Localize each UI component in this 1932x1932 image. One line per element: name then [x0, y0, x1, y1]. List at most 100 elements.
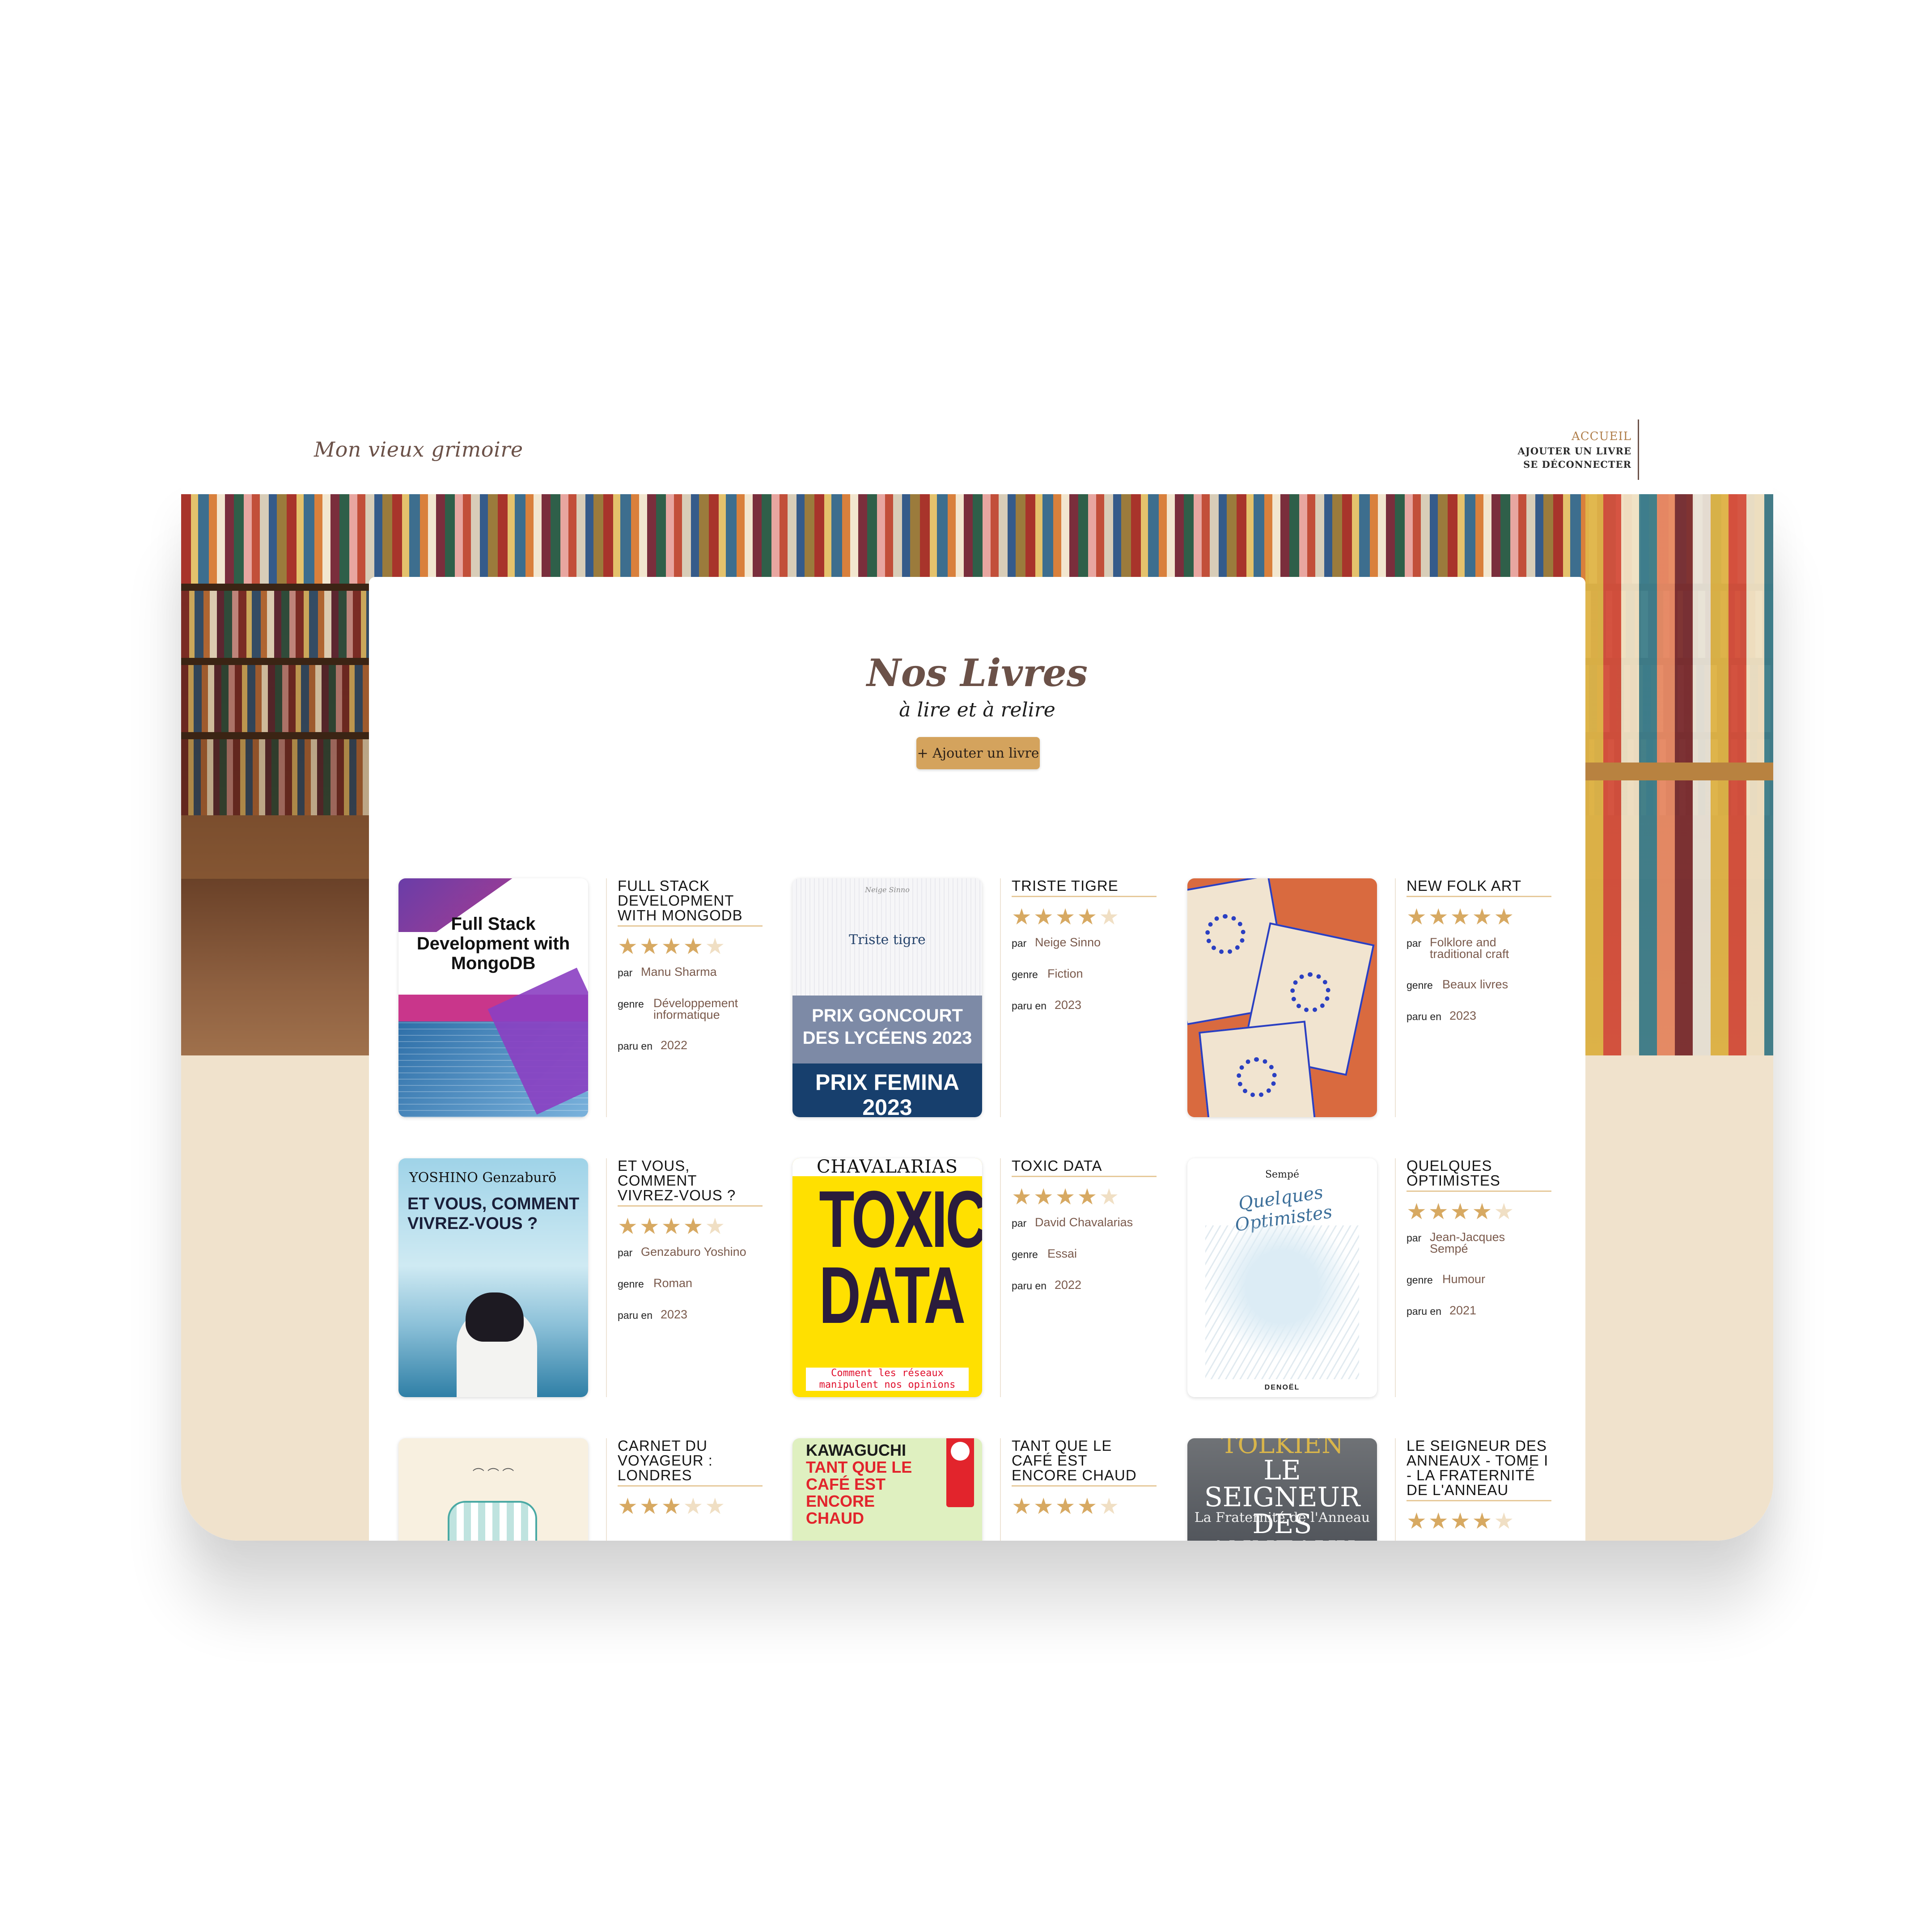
book-cover[interactable]: KAWAGUCHI TANT QUE LE CAFÉ EST ENCORE CHA… — [792, 1438, 982, 1541]
book-title[interactable]: FULL STACK DEVELOPMENT WITH MONGODB — [618, 878, 763, 927]
cover-award-band: PRIX FEMINA 2023 — [792, 1063, 982, 1117]
book-title[interactable]: TOXIC DATA — [1012, 1158, 1157, 1177]
year-value: 2023 — [1449, 1009, 1477, 1022]
book-genre: genre Humour — [1407, 1273, 1561, 1286]
book-info: ET VOUS, COMMENT VIVREZ-VOUS ? ★ ★ ★ ★ ★ par… — [606, 1158, 772, 1397]
book-card[interactable]: ⌒ ⌒ ⌒ CARNET DU VOYAGEUR : LONDRES ★ ★ ★ ★ ★ — [398, 1438, 772, 1541]
star-rating: ★ ★ ★ ★ ★ — [618, 934, 772, 961]
book-cover[interactable]: Neige Sinno Triste tigre PRIX GONCOURT D… — [792, 878, 982, 1117]
genre-value: Humour — [1442, 1272, 1486, 1286]
book-cover[interactable]: TOLKIEN LE SEIGNEUR DES ANNEAUX La Frate… — [1187, 1438, 1377, 1541]
year-label: paru en — [618, 1040, 653, 1052]
author-label: par — [1407, 937, 1422, 949]
star-filled-icon: ★ — [1450, 1199, 1470, 1224]
star-filled-icon: ★ — [1450, 1508, 1470, 1534]
site-logo[interactable]: Mon vieux grimoire — [314, 437, 523, 462]
star-filled-icon: ★ — [1033, 904, 1054, 929]
books-panel: Nos Livres à lire et à relire + Ajouter … — [369, 577, 1585, 1541]
star-filled-icon: ★ — [661, 1494, 682, 1519]
book-author: par Jean-Jacques Sempé — [1407, 1231, 1561, 1255]
star-filled-icon: ★ — [661, 934, 682, 959]
author-value: Manu Sharma — [641, 965, 717, 979]
book-title[interactable]: TANT QUE LE CAFÉ EST ENCORE CHAUD — [1012, 1438, 1157, 1487]
book-info: TRISTE TIGRE ★ ★ ★ ★ ★ par Neige Sinno genre F… — [1000, 878, 1166, 1117]
book-cover[interactable]: Sempé Quelques Optimistes DENOËL — [1187, 1158, 1377, 1397]
book-title[interactable]: QUELQUES OPTIMISTES — [1407, 1158, 1551, 1192]
cover-author: KAWAGUCHI — [806, 1441, 906, 1459]
cover-author: Neige Sinno — [865, 886, 910, 894]
book-title[interactable]: TRISTE TIGRE — [1012, 878, 1157, 897]
book-card[interactable]: YOSHINO Genzaburō ET VOUS, COMMENT VIVRE… — [398, 1158, 772, 1400]
star-filled-icon: ★ — [1055, 1184, 1076, 1209]
author-value: Neige Sinno — [1035, 936, 1101, 949]
star-empty-icon: ★ — [1099, 904, 1119, 929]
star-rating: ★ ★ ★ ★ ★ — [618, 1494, 772, 1521]
book-cover[interactable]: ⌒ ⌒ ⌒ — [398, 1438, 588, 1541]
book-cover[interactable]: CHAVALARIAS TOXIC DATA Comment les résea… — [792, 1158, 982, 1397]
genre-label: genre — [618, 998, 644, 1010]
book-title[interactable]: ET VOUS, COMMENT VIVREZ-VOUS ? — [618, 1158, 763, 1207]
genre-label: genre — [1012, 969, 1038, 980]
book-title[interactable]: LE SEIGNEUR DES ANNEAUX - TOME I - LA FR… — [1407, 1438, 1551, 1501]
book-title[interactable]: CARNET DU VOYAGEUR : LONDRES — [618, 1438, 763, 1487]
book-card[interactable]: Neige Sinno Triste tigre PRIX GONCOURT D… — [792, 878, 1166, 1120]
cover-title: ET VOUS, COMMENT VIVREZ-VOUS ? — [407, 1195, 580, 1233]
star-empty-icon: ★ — [705, 1214, 725, 1239]
cover-subtitle: La Fraternité de l'Anneau — [1194, 1510, 1370, 1525]
book-cover[interactable]: Full Stack Development with MongoDB — [398, 878, 588, 1117]
book-year: paru en 2023 — [1407, 1009, 1561, 1023]
top-navigation: ACCUEIL AJOUTER UN LIVRE SE DÉCONNECTER — [1518, 419, 1639, 480]
genre-value: Beaux livres — [1442, 978, 1508, 991]
book-info: LE SEIGNEUR DES ANNEAUX - TOME I - LA FR… — [1395, 1438, 1561, 1541]
star-filled-icon: ★ — [1077, 904, 1097, 929]
genre-label: genre — [618, 1278, 644, 1290]
page-subtitle: à lire et à relire — [899, 699, 1055, 721]
genre-label: genre — [1012, 1249, 1038, 1260]
cover-art — [1290, 972, 1330, 1013]
book-card[interactable]: Sempé Quelques Optimistes DENOËL QUELQUE… — [1187, 1158, 1561, 1400]
bookshelf-row — [181, 494, 1773, 584]
book-cover[interactable] — [1187, 878, 1377, 1117]
book-author: par David Chavalarias — [1012, 1216, 1166, 1229]
book-info: TANT QUE LE CAFÉ EST ENCORE CHAUD ★ ★ ★ ★ ★ — [1000, 1438, 1166, 1541]
book-author: par Genzaburo Yoshino — [618, 1246, 772, 1259]
book-card[interactable]: CHAVALARIAS TOXIC DATA Comment les résea… — [792, 1158, 1166, 1400]
cover-art — [466, 1292, 524, 1342]
star-filled-icon: ★ — [618, 934, 638, 959]
book-genre: genre Développement informatique — [618, 997, 772, 1021]
star-filled-icon: ★ — [1472, 904, 1492, 929]
add-book-button[interactable]: + Ajouter un livre — [916, 737, 1040, 769]
book-card[interactable]: NEW FOLK ART ★ ★ ★ ★ ★ par Folklore and tradi… — [1187, 878, 1561, 1120]
book-year: paru en 2023 — [618, 1308, 772, 1322]
nav-link-home[interactable]: ACCUEIL — [1518, 430, 1631, 443]
book-card[interactable]: TOLKIEN LE SEIGNEUR DES ANNEAUX La Frate… — [1187, 1438, 1561, 1541]
star-filled-icon: ★ — [683, 934, 703, 959]
book-info: CARNET DU VOYAGEUR : LONDRES ★ ★ ★ ★ ★ — [606, 1438, 772, 1541]
book-info: NEW FOLK ART ★ ★ ★ ★ ★ par Folklore and tradi… — [1395, 878, 1561, 1117]
book-card[interactable]: Full Stack Development with MongoDB FULL… — [398, 878, 772, 1120]
cover-publisher: DENOËL — [1264, 1384, 1300, 1391]
star-empty-icon: ★ — [705, 1494, 725, 1519]
star-filled-icon: ★ — [1472, 1199, 1492, 1224]
author-label: par — [1407, 1232, 1422, 1244]
star-filled-icon: ★ — [661, 1214, 682, 1239]
year-value: 2023 — [1055, 998, 1082, 1012]
star-filled-icon: ★ — [639, 934, 660, 959]
star-filled-icon: ★ — [1407, 1508, 1427, 1534]
year-label: paru en — [1407, 1305, 1442, 1317]
book-card[interactable]: KAWAGUCHI TANT QUE LE CAFÉ EST ENCORE CHA… — [792, 1438, 1166, 1541]
year-value: 2022 — [1055, 1278, 1082, 1292]
book-author: par Manu Sharma — [618, 966, 772, 979]
star-filled-icon: ★ — [1428, 1199, 1449, 1224]
nav-link-logout[interactable]: SE DÉCONNECTER — [1518, 459, 1631, 470]
year-label: paru en — [1407, 1011, 1442, 1022]
year-value: 2023 — [661, 1308, 688, 1321]
nav-link-add-book[interactable]: AJOUTER UN LIVRE — [1518, 445, 1631, 457]
star-empty-icon: ★ — [1494, 1508, 1514, 1534]
book-title[interactable]: NEW FOLK ART — [1407, 878, 1551, 897]
book-cover[interactable]: YOSHINO Genzaburō ET VOUS, COMMENT VIVRE… — [398, 1158, 588, 1397]
star-empty-icon: ★ — [683, 1494, 703, 1519]
cover-art: ⌒ ⌒ ⌒ — [472, 1467, 514, 1481]
star-filled-icon: ★ — [639, 1494, 660, 1519]
shelf-divider — [1585, 763, 1773, 780]
